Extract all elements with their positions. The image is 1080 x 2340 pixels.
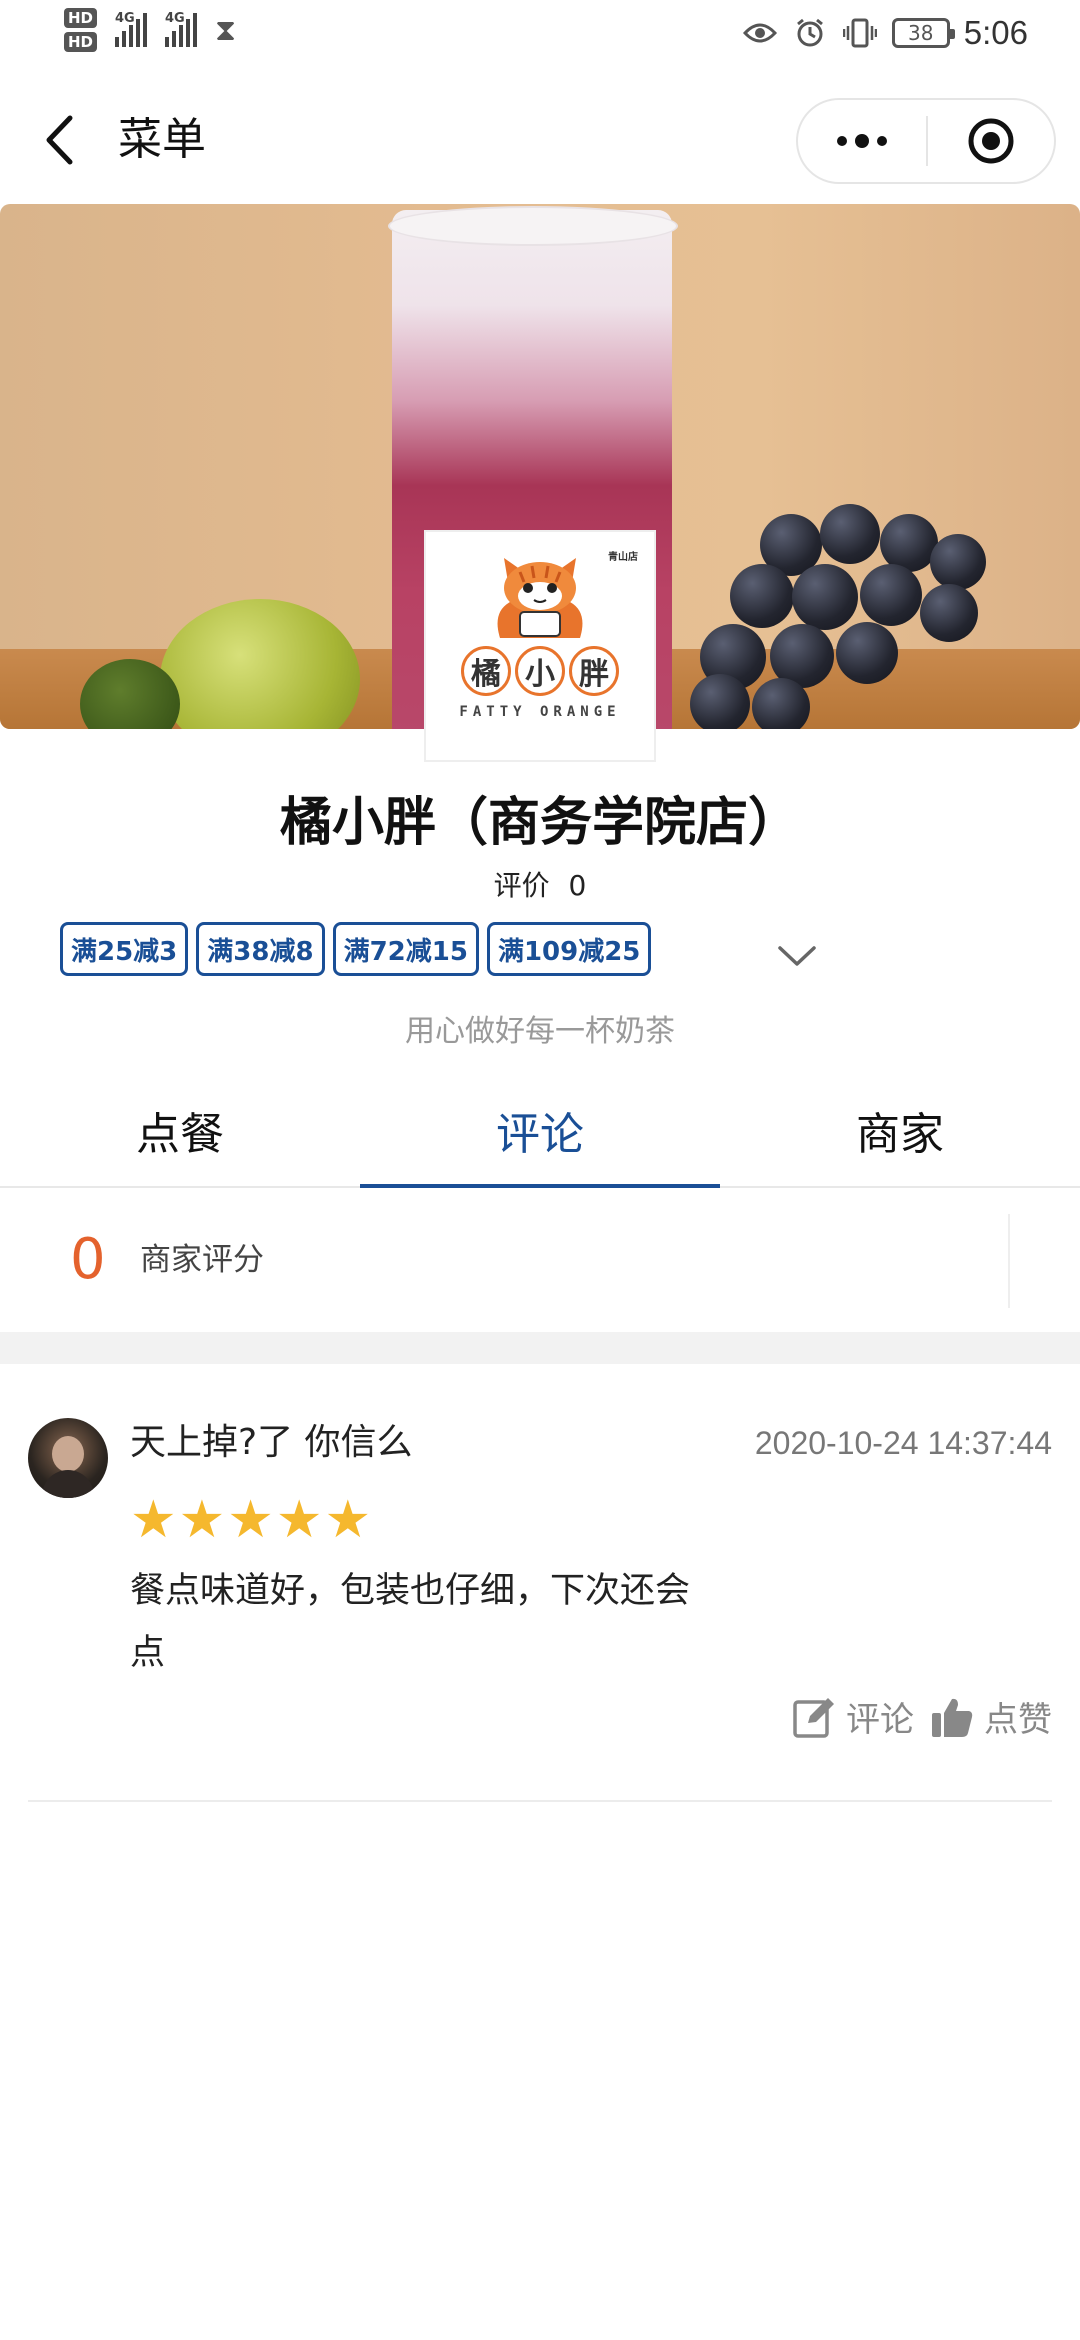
hd-indicators: HD HD — [64, 8, 98, 52]
logo-char-3: 胖 — [569, 646, 619, 696]
merchant-score-label: 商家评分 — [140, 1242, 264, 1278]
shop-logo: 青山店 橘 小 胖 FATTY ORANGE — [424, 530, 656, 762]
tab-merchant[interactable]: 商家 — [720, 1074, 1080, 1186]
rating-label: 评价 — [493, 869, 550, 902]
close-mini-program-button[interactable] — [928, 100, 1054, 182]
logo-chinese-name: 橘 小 胖 — [461, 646, 619, 696]
hd-badge-2: HD — [64, 32, 98, 52]
signal-icon-2: 4G — [165, 11, 198, 47]
network-type-2: 4G — [165, 11, 185, 26]
expand-promos-button[interactable] — [774, 936, 820, 976]
promo-badge: 满25减3 — [60, 922, 189, 976]
status-left: HD HD 4G 4G ⧗ — [64, 8, 236, 52]
lime-fruit — [160, 599, 360, 729]
star-icon: ★ — [178, 1490, 226, 1550]
logo-branch-text: 青山店 — [608, 552, 638, 563]
signal-icon: 4G — [115, 11, 148, 47]
vibrate-icon — [842, 15, 878, 51]
more-button[interactable] — [798, 100, 926, 182]
star-icon: ★ — [227, 1490, 274, 1550]
tab-reviews[interactable]: 评论 — [360, 1074, 720, 1188]
shop-name: 橘小胖（商务学院店） — [279, 793, 800, 853]
logo-char-1: 橘 — [461, 646, 511, 696]
review-text: 餐点味道好，包装也仔细，下次还会点 — [130, 1571, 691, 1673]
review-divider — [28, 1800, 1052, 1802]
star-icon: ★ — [324, 1490, 372, 1550]
target-close-icon — [968, 118, 1014, 164]
review-actions: 评论 点赞 — [792, 1692, 1052, 1741]
thumbs-up-icon — [932, 1698, 973, 1737]
nav-bar: 菜单 — [0, 88, 1080, 192]
like-button[interactable]: 点赞 — [930, 1692, 1052, 1741]
status-right: 38 5:06 — [742, 14, 1028, 52]
review-star-rating: ★ ★ ★ ★ ★ — [130, 1492, 371, 1548]
shop-slogan: 用心做好每一杯奶茶 — [405, 1014, 675, 1049]
status-bar: HD HD 4G 4G ⧗ 38 5:06 — [0, 0, 1080, 76]
rating-summary: 评价 0 — [0, 866, 1080, 906]
review-item: 天上掉?了 你信么 2020-10-24 14:37:44 ★ ★ ★ ★ ★ … — [0, 1364, 1080, 1802]
promo-badge: 满109减25 — [486, 922, 652, 976]
like-label: 点赞 — [984, 1700, 1052, 1740]
score-divider — [1008, 1214, 1010, 1308]
edit-icon — [793, 1697, 834, 1738]
tab-bar: 点餐 评论 商家 — [0, 1074, 1080, 1188]
mini-program-capsule — [796, 98, 1056, 184]
avatar[interactable] — [28, 1418, 108, 1498]
clock: 5:06 — [963, 14, 1028, 51]
hd-badge-1: HD — [64, 8, 98, 28]
promo-badge: 满38减8 — [196, 922, 325, 976]
page-title: 菜单 — [118, 114, 206, 165]
battery-indicator: 38 — [891, 18, 955, 48]
rating-value: 0 — [568, 869, 587, 902]
merchant-score-value: 0 — [70, 1227, 106, 1292]
star-icon: ★ — [275, 1490, 323, 1550]
network-type-1: 4G — [115, 11, 135, 26]
cat-mascot-icon — [497, 558, 583, 638]
more-dots-icon — [837, 136, 847, 146]
back-button[interactable] — [36, 110, 82, 170]
comment-label: 评论 — [846, 1700, 914, 1740]
comment-button[interactable]: 评论 — [792, 1692, 914, 1741]
promo-list: 满25减3 满38减8 满72减15 满109减25 — [60, 922, 652, 976]
review-timestamp: 2020-10-24 14:37:44 — [754, 1425, 1052, 1461]
logo-english-name: FATTY ORANGE — [459, 704, 621, 720]
promo-badge: 满72减15 — [332, 922, 479, 976]
tab-order[interactable]: 点餐 — [0, 1074, 360, 1186]
logo-char-2: 小 — [515, 646, 565, 696]
chevron-down-icon — [778, 946, 816, 966]
star-icon: ★ — [130, 1490, 177, 1550]
cup-lid — [388, 206, 678, 246]
chevron-left-icon — [46, 115, 73, 165]
alarm-icon — [792, 15, 828, 51]
section-divider — [0, 1332, 1080, 1364]
eye-icon — [742, 15, 778, 51]
hourglass-icon: ⧗ — [215, 12, 237, 48]
review-username: 天上掉?了 你信么 — [130, 1422, 413, 1463]
merchant-score-panel: 0 商家评分 — [0, 1188, 1080, 1332]
